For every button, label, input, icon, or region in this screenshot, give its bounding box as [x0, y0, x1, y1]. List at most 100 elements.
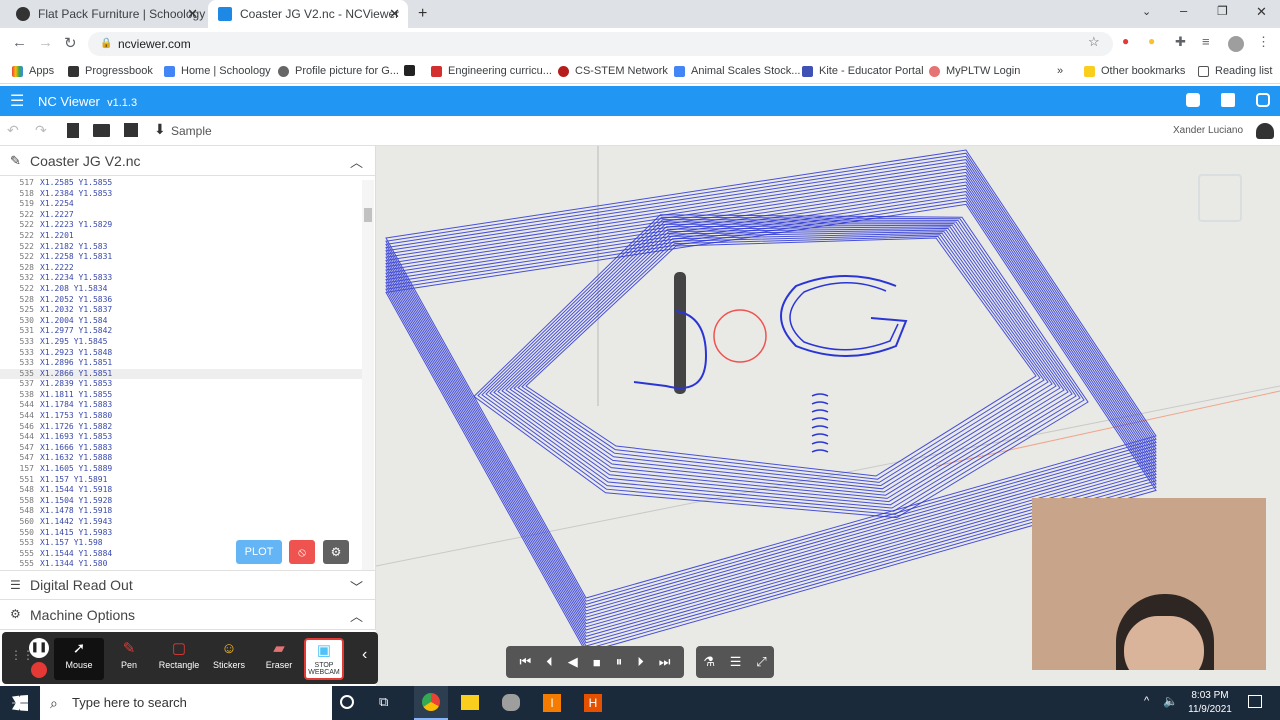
code-line[interactable]: 558 X1.1504 Y1.5928 — [0, 496, 362, 507]
tab-search-icon[interactable]: ⌄ — [1142, 5, 1151, 18]
save-icon[interactable] — [124, 123, 138, 137]
code-line[interactable]: 517 X1.2585 Y1.5855 — [0, 178, 362, 189]
code-line[interactable]: 560 X1.1442 Y1.5943 — [0, 517, 362, 528]
undo-icon[interactable]: ↶ — [7, 122, 19, 139]
code-line[interactable]: 533 X1.2923 Y1.5848 — [0, 348, 362, 359]
file-header[interactable]: ✎ Coaster JG V2.nc ︿ — [0, 146, 376, 176]
code-line[interactable]: 547 X1.1632 Y1.5888 — [0, 453, 362, 464]
app-i-icon[interactable]: I — [543, 694, 561, 712]
code-line[interactable]: 522 X1.2182 Y1.583 — [0, 242, 362, 253]
bookmark-profile-picture[interactable]: Profile picture for G... — [278, 65, 399, 77]
tab-schoology[interactable]: Flat Pack Furniture | Schoology ✕ — [6, 0, 206, 28]
code-line[interactable]: 548 X1.1478 Y1.5918 — [0, 506, 362, 517]
code-line[interactable]: 522 X1.2223 Y1.5829 — [0, 220, 362, 231]
code-line[interactable]: 530 X1.2004 Y1.584 — [0, 316, 362, 327]
code-line[interactable]: 544 X1.1753 Y1.5880 — [0, 411, 362, 422]
code-line[interactable]: 522 X1.2201 — [0, 231, 362, 242]
pause-icon[interactable]: ⏸ — [616, 654, 623, 670]
stop-recording-icon[interactable] — [31, 662, 47, 678]
forward-arrow-icon[interactable]: → — [38, 34, 53, 51]
bookmark-schoology[interactable]: Home | Schoology — [164, 65, 271, 77]
stop-icon[interactable]: ■ — [593, 655, 601, 670]
back-arrow-icon[interactable]: ← — [12, 34, 27, 51]
flask-icon[interactable]: ⚗ — [703, 654, 715, 670]
code-line[interactable]: 533 X1.2896 Y1.5851 — [0, 358, 362, 369]
bookmark-apps[interactable]: Apps — [12, 65, 54, 77]
view-cube[interactable] — [1198, 174, 1242, 222]
volume-icon[interactable]: 🔈 — [1163, 694, 1178, 708]
chevron-up-icon[interactable]: ︿ — [350, 152, 363, 171]
code-line[interactable]: 535 X1.2866 Y1.5851 — [0, 368, 362, 380]
code-line[interactable]: 519 X1.2254 — [0, 199, 362, 210]
cortana-icon[interactable] — [340, 695, 354, 709]
code-line[interactable]: 544 X1.1693 Y1.5853 — [0, 432, 362, 443]
extension-icon[interactable]: ● — [1148, 34, 1155, 48]
stickers-tool[interactable]: ☺ Stickers — [204, 638, 254, 680]
code-line[interactable]: 531 X1.2977 Y1.5842 — [0, 326, 362, 337]
task-view-icon[interactable]: ⧉ — [379, 694, 388, 710]
taskbar-search-input[interactable]: ⌕ Type here to search — [40, 686, 332, 720]
mouse-tool[interactable]: ➚ Mouse — [54, 638, 104, 680]
close-icon[interactable]: ✕ — [187, 6, 198, 22]
code-line[interactable]: 537 X1.2839 Y1.5853 — [0, 379, 362, 390]
code-line[interactable]: 548 X1.1544 Y1.5918 — [0, 485, 362, 496]
eraser-tool[interactable]: ▰ Eraser — [254, 638, 304, 680]
stop-icon[interactable]: ⦸ — [289, 540, 315, 564]
gcode-editor[interactable]: 517 X1.2585 Y1.5855 518 X1.2384 Y1.5853 519 X… — [0, 178, 362, 570]
code-line[interactable]: 532 X1.2234 Y1.5833 — [0, 273, 362, 284]
redo-icon[interactable]: ↷ — [35, 122, 47, 139]
bookmark-mypltw[interactable]: MyPLTW Login — [929, 65, 1020, 77]
chevron-up-icon[interactable]: ︿ — [350, 606, 363, 625]
minimize-button[interactable]: – — [1180, 3, 1187, 18]
clock[interactable]: 8:03 PM 11/9/2021 — [1186, 689, 1234, 717]
code-line[interactable]: 538 X1.1811 Y1.5855 — [0, 390, 362, 401]
hamburger-menu-icon[interactable]: ☰ — [10, 91, 24, 111]
step-back-icon[interactable]: ⏴ — [546, 654, 553, 670]
extension-icon[interactable]: ● — [1122, 34, 1129, 48]
bookmark-animal-scales[interactable]: Animal Scales Stock... — [674, 65, 800, 77]
code-line[interactable]: 533 X1.295 Y1.5845 — [0, 337, 362, 348]
extensions-puzzle-icon[interactable]: ✚ — [1175, 34, 1186, 50]
pause-recording-icon[interactable]: ❚❚ — [29, 638, 49, 658]
code-line[interactable]: 547 X1.1666 Y1.5883 — [0, 443, 362, 454]
skip-start-icon[interactable]: ⏮ — [520, 654, 532, 670]
app-h-icon[interactable]: H — [584, 694, 602, 712]
facebook-icon[interactable] — [1221, 93, 1235, 107]
instagram-icon[interactable] — [1256, 93, 1270, 107]
code-line[interactable]: 157 X1.1605 Y1.5889 — [0, 464, 362, 475]
scrollbar-thumb[interactable] — [364, 208, 372, 222]
close-icon[interactable]: ✕ — [389, 6, 400, 22]
code-line[interactable]: 528 X1.2052 Y1.5836 — [0, 295, 362, 306]
bookmark-engineering[interactable] — [404, 65, 421, 76]
code-line[interactable]: 522 X1.2227 — [0, 210, 362, 221]
window-close-button[interactable]: ✕ — [1256, 4, 1267, 20]
notifications-icon[interactable] — [1248, 695, 1262, 708]
code-line[interactable]: 518 X1.2384 Y1.5853 — [0, 189, 362, 200]
tab-ncviewer[interactable]: Coaster JG V2.nc - NCViewer ✕ — [208, 0, 408, 28]
download-icon[interactable]: ⬇ — [154, 121, 166, 138]
new-file-icon[interactable] — [67, 123, 79, 138]
sliders-icon[interactable]: ☰ — [730, 654, 742, 670]
code-line[interactable]: 522 X1.208 Y1.5834 — [0, 284, 362, 295]
editor-scrollbar[interactable] — [362, 180, 374, 570]
bookmark-kite[interactable]: Kite - Educator Portal — [802, 65, 924, 77]
windows-start-icon[interactable] — [12, 695, 28, 711]
sample-button[interactable]: Sample — [171, 124, 212, 138]
bookmark-cs-stem[interactable]: CS-STEM Network — [558, 65, 668, 77]
app-icon[interactable] — [502, 694, 520, 711]
maximize-button[interactable]: ❐ — [1217, 4, 1228, 18]
plot-button[interactable]: PLOT — [236, 540, 282, 564]
skip-end-icon[interactable]: ⏭ — [659, 654, 671, 670]
file-explorer-icon[interactable] — [461, 695, 479, 710]
rectangle-tool[interactable]: ▢ Rectangle — [154, 638, 204, 680]
bookmarks-overflow-icon[interactable]: » — [1057, 65, 1063, 77]
new-tab-button[interactable]: + — [418, 5, 427, 23]
code-line[interactable]: 551 X1.157 Y1.5891 — [0, 475, 362, 486]
code-line[interactable]: 528 X1.2222 — [0, 263, 362, 274]
menu-icon[interactable]: ⋮ — [1257, 34, 1270, 50]
profile-avatar[interactable] — [1228, 36, 1244, 52]
bookmark-star-icon[interactable]: ☆ — [1088, 34, 1100, 50]
code-line[interactable]: 525 X1.2032 Y1.5837 — [0, 305, 362, 316]
digital-read-out-header[interactable]: ☰ Digital Read Out ﹀ — [0, 570, 376, 600]
settings-gear-icon[interactable]: ⚙ — [323, 540, 349, 564]
